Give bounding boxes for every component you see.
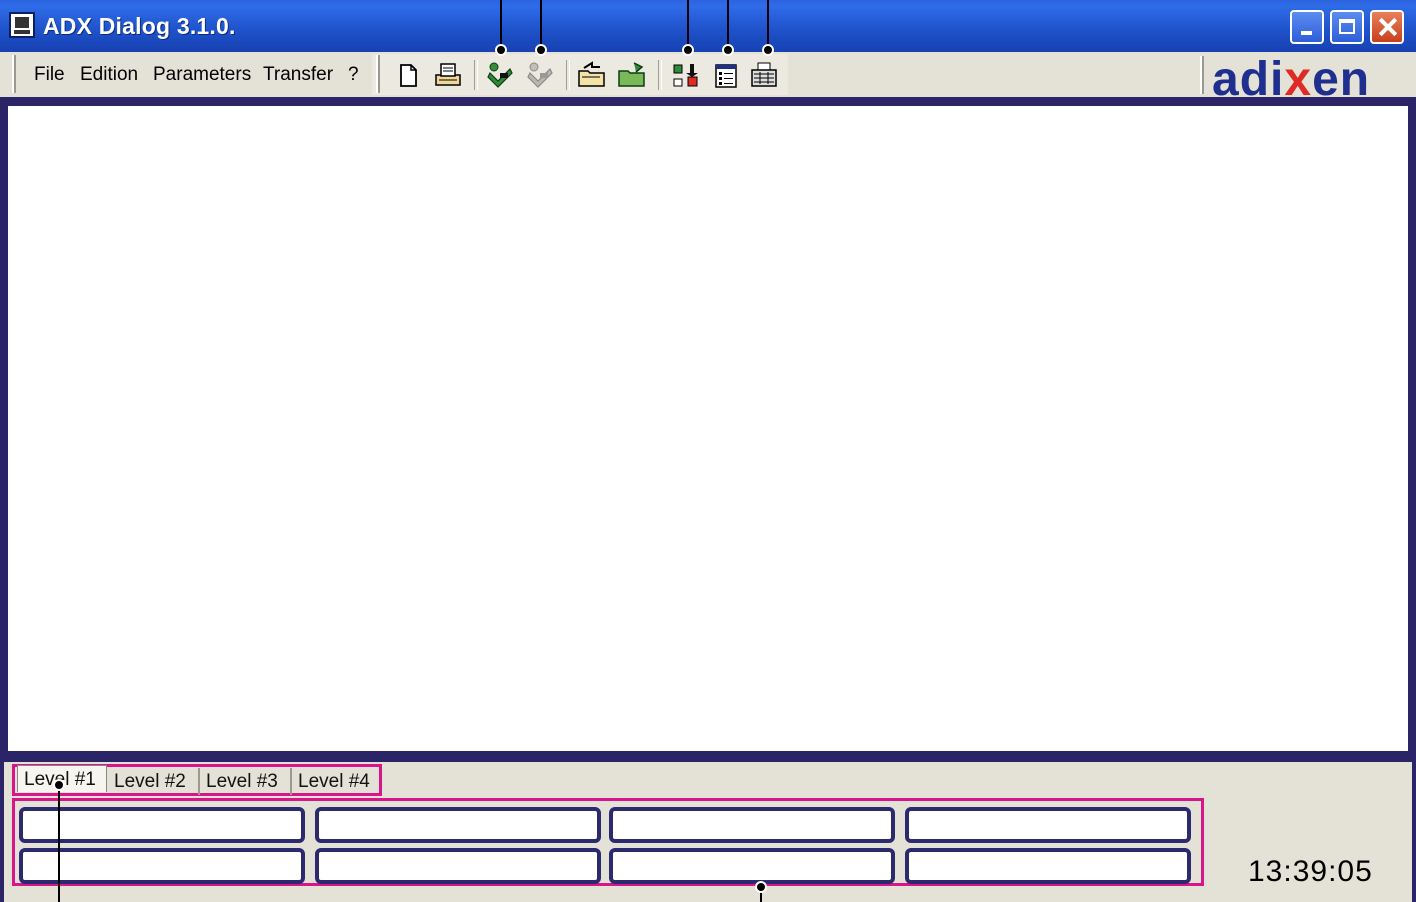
save-file-button[interactable] xyxy=(616,59,648,91)
new-document-icon xyxy=(400,64,417,87)
callout-dot-tabs xyxy=(53,779,65,791)
connect-button[interactable] xyxy=(484,59,516,91)
callout-dot-disconnect xyxy=(535,44,547,56)
disconnect-icon xyxy=(527,62,553,88)
level-field-8[interactable] xyxy=(905,848,1191,884)
callout-line-transfer xyxy=(687,0,689,50)
main-frame xyxy=(0,97,1416,762)
callout-line-tabs xyxy=(58,784,60,902)
level-field-3[interactable] xyxy=(609,807,895,843)
maximize-button[interactable] xyxy=(1330,10,1364,44)
status-clock: 13:39:05 xyxy=(1248,855,1373,888)
toolbar-grip[interactable] xyxy=(376,55,380,93)
menu-parameters[interactable]: Parameters xyxy=(153,64,251,86)
menu-transfer[interactable]: Transfer xyxy=(263,64,333,86)
transfer-icon xyxy=(673,64,698,87)
main-workspace[interactable] xyxy=(8,106,1408,751)
callout-line-disconnect xyxy=(540,0,542,50)
title-bar[interactable]: ADX Dialog 3.1.0. xyxy=(0,0,1416,52)
list-view-button[interactable] xyxy=(710,59,742,91)
tab-level-4[interactable]: Level #4 xyxy=(292,768,378,795)
list-icon xyxy=(715,64,737,88)
level-field-1[interactable] xyxy=(19,807,305,843)
menu-edition[interactable]: Edition xyxy=(80,64,138,86)
level-field-6[interactable] xyxy=(315,848,601,884)
minimize-icon xyxy=(1301,31,1312,35)
maximize-icon xyxy=(1339,19,1355,34)
print-icon xyxy=(435,63,461,86)
toolbar xyxy=(372,54,788,95)
callout-line-connect xyxy=(500,0,502,50)
menu-help[interactable]: ? xyxy=(348,64,359,86)
open-file-button[interactable] xyxy=(576,59,608,91)
level-fields-grid xyxy=(12,798,1204,886)
print-button[interactable] xyxy=(432,59,464,91)
close-button[interactable] xyxy=(1370,10,1404,44)
connect-icon xyxy=(487,62,513,88)
level-field-7[interactable] xyxy=(609,848,895,884)
keyboard-icon xyxy=(751,62,777,87)
tab-level-3[interactable]: Level #3 xyxy=(200,768,292,795)
menu-file[interactable]: File xyxy=(34,64,65,86)
disconnect-button[interactable] xyxy=(524,59,556,91)
level-panel: Level #1 Level #2 Level #3 Level #4 13:3… xyxy=(0,762,1416,902)
level-field-4[interactable] xyxy=(905,807,1191,843)
callout-dot-grid xyxy=(755,881,767,893)
callout-line-keyboard xyxy=(767,0,769,50)
callout-dot-list xyxy=(722,44,734,56)
callout-dot-transfer xyxy=(682,44,694,56)
level-field-2[interactable] xyxy=(315,807,601,843)
callout-dot-connect xyxy=(495,44,507,56)
keyboard-button[interactable] xyxy=(748,59,780,91)
window-title: ADX Dialog 3.1.0. xyxy=(43,13,236,39)
save-folder-icon xyxy=(618,62,645,87)
callout-line-list xyxy=(727,0,729,50)
new-document-button[interactable] xyxy=(392,59,424,91)
level-field-5[interactable] xyxy=(19,848,305,884)
level-tabs: Level #1 Level #2 Level #3 Level #4 xyxy=(12,764,382,796)
menu-toolbar-row: File Edition Parameters Transfer ? adixe… xyxy=(0,52,1416,104)
transfer-button[interactable] xyxy=(670,59,702,91)
minimize-button[interactable] xyxy=(1290,10,1324,44)
tab-level-2[interactable]: Level #2 xyxy=(108,768,200,795)
callout-dot-keyboard xyxy=(762,44,774,56)
logo-grip xyxy=(1200,56,1204,94)
app-computer-icon[interactable] xyxy=(9,12,35,38)
menubar-grip[interactable] xyxy=(12,55,16,93)
open-folder-icon xyxy=(578,61,605,87)
